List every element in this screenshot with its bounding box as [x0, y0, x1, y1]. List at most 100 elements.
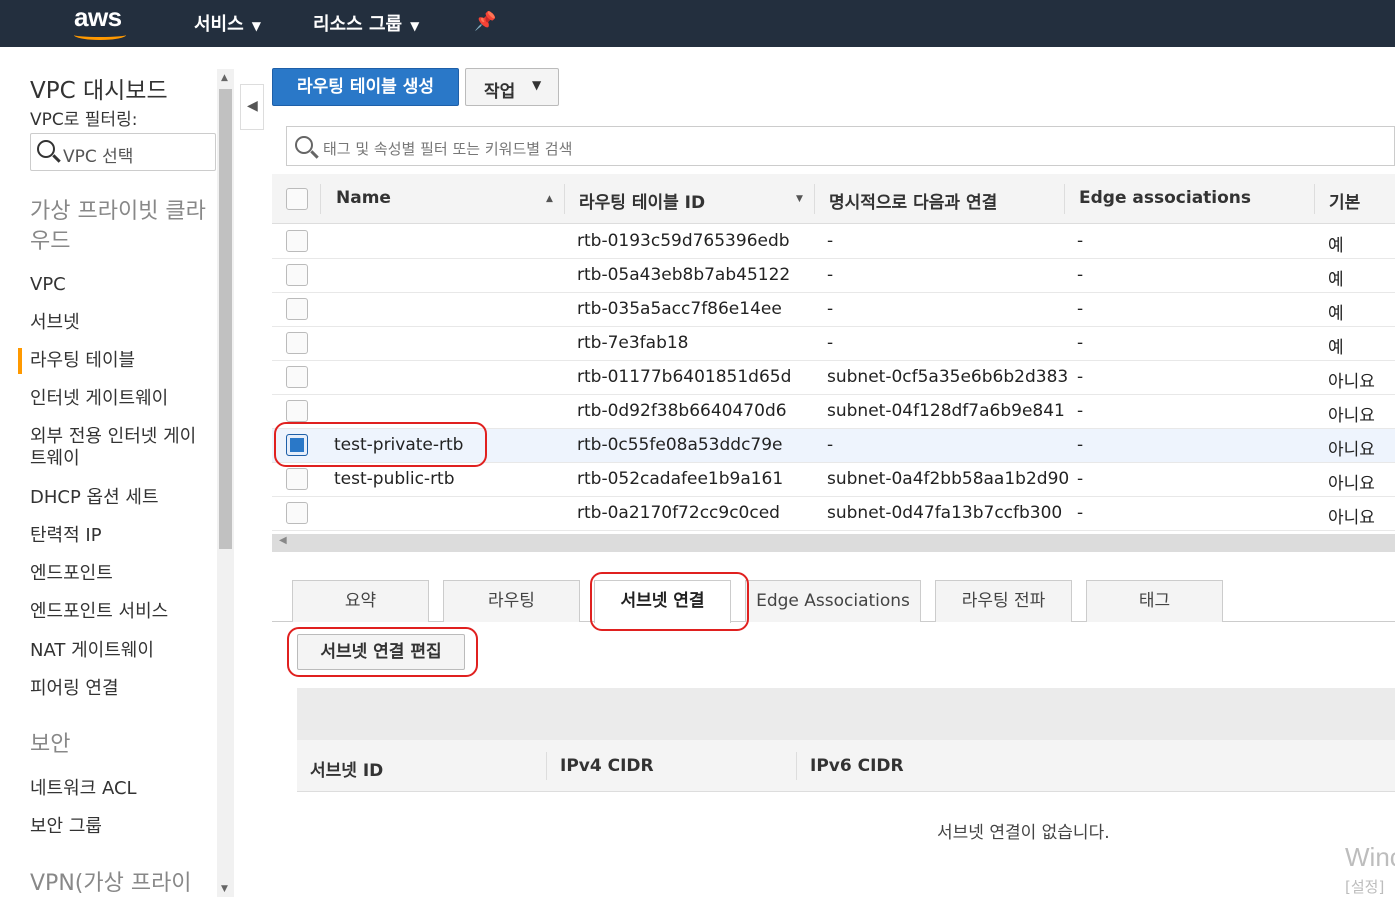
table-row[interactable]: rtb-0a2170f72cc9c0ced subnet-0d47fa13b7cc… [272, 497, 1395, 531]
sidebar-title[interactable]: VPC 대시보드 [30, 71, 168, 105]
select-all-checkbox[interactable] [286, 188, 308, 210]
sidebar-scrollbar[interactable]: ▲ ▼ [217, 69, 234, 897]
sort-asc-icon[interactable]: ▲ [546, 194, 553, 204]
vpc-select-placeholder: VPC 선택 [63, 147, 134, 167]
sidebar-item-peering[interactable]: 피어링 연결 [30, 678, 119, 700]
aws-logo-smile-icon [74, 30, 126, 40]
aws-logo[interactable]: aws [74, 2, 122, 33]
column-header-subnet-id[interactable]: 서브넷 ID [310, 756, 383, 781]
sidebar-item-network-acls[interactable]: 네트워크 ACL [30, 778, 137, 800]
resource-groups-menu[interactable]: 리소스 그룹 ▼ [313, 10, 419, 36]
row-checkbox[interactable] [286, 264, 308, 286]
row-route-table-id: rtb-0a2170f72cc9c0ced [577, 503, 780, 523]
row-route-table-id: rtb-7e3fab18 [577, 333, 689, 353]
row-edge-assoc: - [1077, 435, 1084, 455]
table-toolbar-band [297, 688, 1395, 740]
sidebar-item-egress-only-igw[interactable]: 외부 전용 인터넷 게이트웨이 [30, 426, 208, 470]
actions-button[interactable]: 작업 ▼ [465, 68, 559, 106]
sidebar-item-dhcp-options[interactable]: DHCP 옵션 세트 [30, 487, 159, 509]
services-menu[interactable]: 서비스 ▼ [194, 10, 261, 36]
sidebar-item-elastic-ips[interactable]: 탄력적 IP [30, 525, 102, 547]
sidebar-item-vpc[interactable]: VPC [30, 274, 66, 296]
row-checkbox[interactable] [286, 400, 308, 422]
row-edge-assoc: - [1077, 469, 1084, 489]
search-icon [37, 140, 55, 158]
row-route-table-id: rtb-0c55fe08a53ddc79e [577, 435, 783, 455]
scroll-down-icon[interactable]: ▼ [221, 884, 228, 894]
column-header-main[interactable]: 기본 [1329, 188, 1360, 213]
top-nav-bar: aws 서비스 ▼ 리소스 그룹 ▼ 📌 [0, 0, 1395, 47]
row-checkbox[interactable] [286, 366, 308, 388]
scroll-up-icon[interactable]: ▲ [221, 73, 228, 83]
row-route-table-id: rtb-0d92f38b6640470d6 [577, 401, 787, 421]
section-virtual-private-cloud: 가상 프라이빗 클라우드 [30, 199, 206, 254]
column-divider [320, 184, 321, 214]
row-explicit-assoc: - [827, 231, 834, 251]
column-divider [564, 184, 565, 214]
windows-watermark-settings: [설정] [1345, 878, 1385, 896]
row-edge-assoc: - [1077, 231, 1084, 251]
sidebar-item-subnets[interactable]: 서브넷 [30, 312, 80, 334]
row-main: 예 [1328, 338, 1344, 358]
annotation-highlight-tab [590, 572, 749, 631]
tab-edge-associations[interactable]: Edge Associations [745, 580, 921, 622]
row-explicit-assoc: - [827, 299, 834, 319]
row-main: 아니요 [1328, 406, 1375, 426]
table-row[interactable]: rtb-7e3fab18 - - 예 [272, 327, 1395, 361]
table-row[interactable]: rtb-05a43eb8b7ab45122 - - 예 [272, 259, 1395, 293]
row-checkbox[interactable] [286, 332, 308, 354]
annotation-highlight-row [274, 422, 487, 467]
chevron-left-icon: ◀ [247, 98, 258, 114]
scroll-left-icon[interactable]: ◀ [279, 535, 287, 546]
sidebar-item-security-groups[interactable]: 보안 그룹 [30, 816, 102, 838]
column-divider [796, 752, 797, 780]
subnet-association-table: 서브넷 ID IPv4 CIDR IPv6 CIDR [297, 688, 1395, 792]
detail-tabs: 요약 라우팅 서브넷 연결 Edge Associations 라우팅 전파 태… [272, 580, 1395, 623]
search-icon [295, 136, 313, 154]
table-row[interactable]: rtb-035a5acc7f86e14ee - - 예 [272, 293, 1395, 327]
sidebar-item-endpoint-services[interactable]: 엔드포인트 서비스 [30, 601, 168, 623]
row-checkbox[interactable] [286, 230, 308, 252]
tab-route-propagation[interactable]: 라우팅 전파 [935, 580, 1072, 622]
row-checkbox[interactable] [286, 468, 308, 490]
sidebar-collapse-button[interactable]: ◀ [240, 84, 264, 130]
sidebar-item-internet-gateways[interactable]: 인터넷 게이트웨이 [30, 388, 168, 410]
row-explicit-assoc: subnet-0d47fa13b7ccfb300 [827, 503, 1063, 523]
column-divider [1314, 184, 1315, 214]
row-edge-assoc: - [1077, 299, 1084, 319]
annotation-highlight-edit-button [287, 627, 478, 677]
windows-watermark: Winc [1345, 842, 1395, 872]
horizontal-scrollbar[interactable]: ◀ [272, 534, 1395, 552]
table-row[interactable]: rtb-0193c59d765396edb - - 예 [272, 225, 1395, 259]
pin-icon[interactable]: 📌 [474, 11, 496, 32]
chevron-down-icon: ▼ [410, 19, 420, 33]
tab-routes[interactable]: 라우팅 [443, 580, 580, 622]
column-header-ipv6-cidr[interactable]: IPv6 CIDR [810, 756, 904, 776]
scrollbar-thumb[interactable] [219, 89, 232, 549]
column-header-route-table-id[interactable]: 라우팅 테이블 ID [579, 188, 705, 213]
row-explicit-assoc: - [827, 435, 834, 455]
sidebar-item-route-tables[interactable]: 라우팅 테이블 [30, 350, 135, 372]
column-header-explicit-assoc[interactable]: 명시적으로 다음과 연결 [829, 188, 997, 213]
section-security: 보안 [30, 732, 71, 757]
create-route-table-button[interactable]: 라우팅 테이블 생성 [272, 68, 459, 106]
vpc-filter-label: VPC로 필터링: [30, 110, 138, 130]
filter-search-input[interactable]: 태그 및 속성별 필터 또는 키워드별 검색 [286, 126, 1395, 166]
column-header-name[interactable]: Name [336, 188, 391, 208]
tab-tags[interactable]: 태그 [1086, 580, 1223, 622]
column-header-ipv4-cidr[interactable]: IPv4 CIDR [560, 756, 654, 776]
tab-summary[interactable]: 요약 [292, 580, 429, 622]
sidebar-item-endpoints[interactable]: 엔드포인트 [30, 563, 113, 585]
row-route-table-id: rtb-0193c59d765396edb [577, 231, 790, 251]
table-row[interactable]: rtb-01177b6401851d65d subnet-0cf5a35e6b6b… [272, 361, 1395, 395]
actions-button-label: 작업 [484, 82, 516, 102]
row-edge-assoc: - [1077, 333, 1084, 353]
vpc-select[interactable]: VPC 선택 [30, 133, 216, 171]
sort-icon[interactable]: ▼ [796, 194, 803, 204]
column-header-edge-assoc[interactable]: Edge associations [1079, 188, 1251, 208]
table-row[interactable]: test-public-rtb rtb-052cadafee1b9a161 subn… [272, 463, 1395, 497]
row-explicit-assoc: subnet-0a4f2bb58aa1b2d90 [827, 469, 1070, 489]
sidebar-item-nat-gateways[interactable]: NAT 게이트웨이 [30, 640, 154, 662]
row-checkbox[interactable] [286, 298, 308, 320]
row-checkbox[interactable] [286, 502, 308, 524]
